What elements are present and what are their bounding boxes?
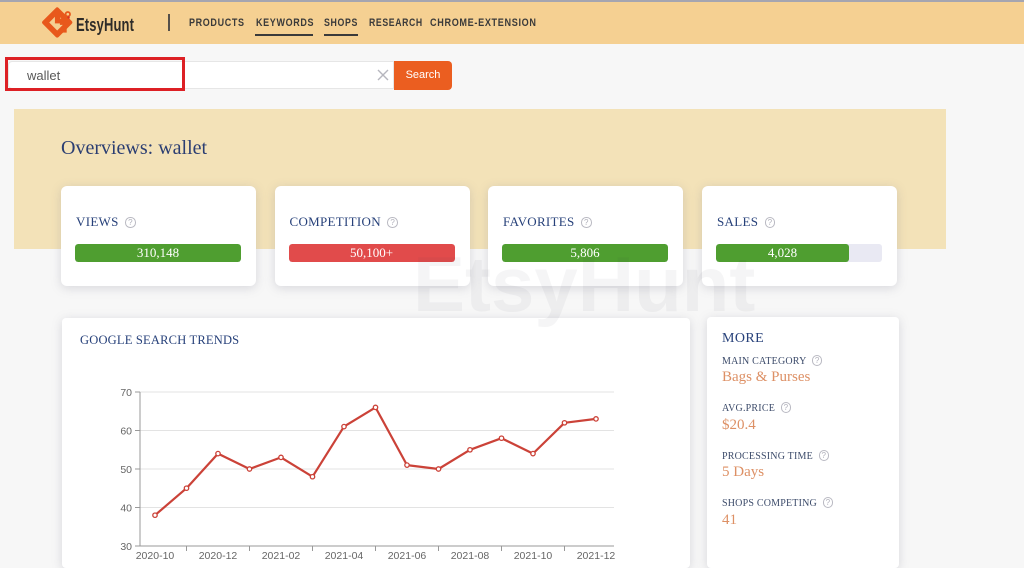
svg-text:50: 50 <box>120 464 132 476</box>
svg-text:60: 60 <box>120 426 132 438</box>
svg-text:2021-10: 2021-10 <box>514 550 553 562</box>
svg-text:40: 40 <box>120 503 132 515</box>
svg-text:2020-10: 2020-10 <box>136 550 175 562</box>
svg-text:2020-12: 2020-12 <box>199 550 238 562</box>
svg-text:30: 30 <box>120 541 132 553</box>
svg-text:2021-06: 2021-06 <box>388 550 427 562</box>
svg-text:2021-02: 2021-02 <box>262 550 301 562</box>
svg-text:2021-12: 2021-12 <box>577 550 616 562</box>
svg-text:2021-08: 2021-08 <box>451 550 490 562</box>
svg-text:2021-04: 2021-04 <box>325 550 364 562</box>
svg-text:70: 70 <box>120 387 132 399</box>
